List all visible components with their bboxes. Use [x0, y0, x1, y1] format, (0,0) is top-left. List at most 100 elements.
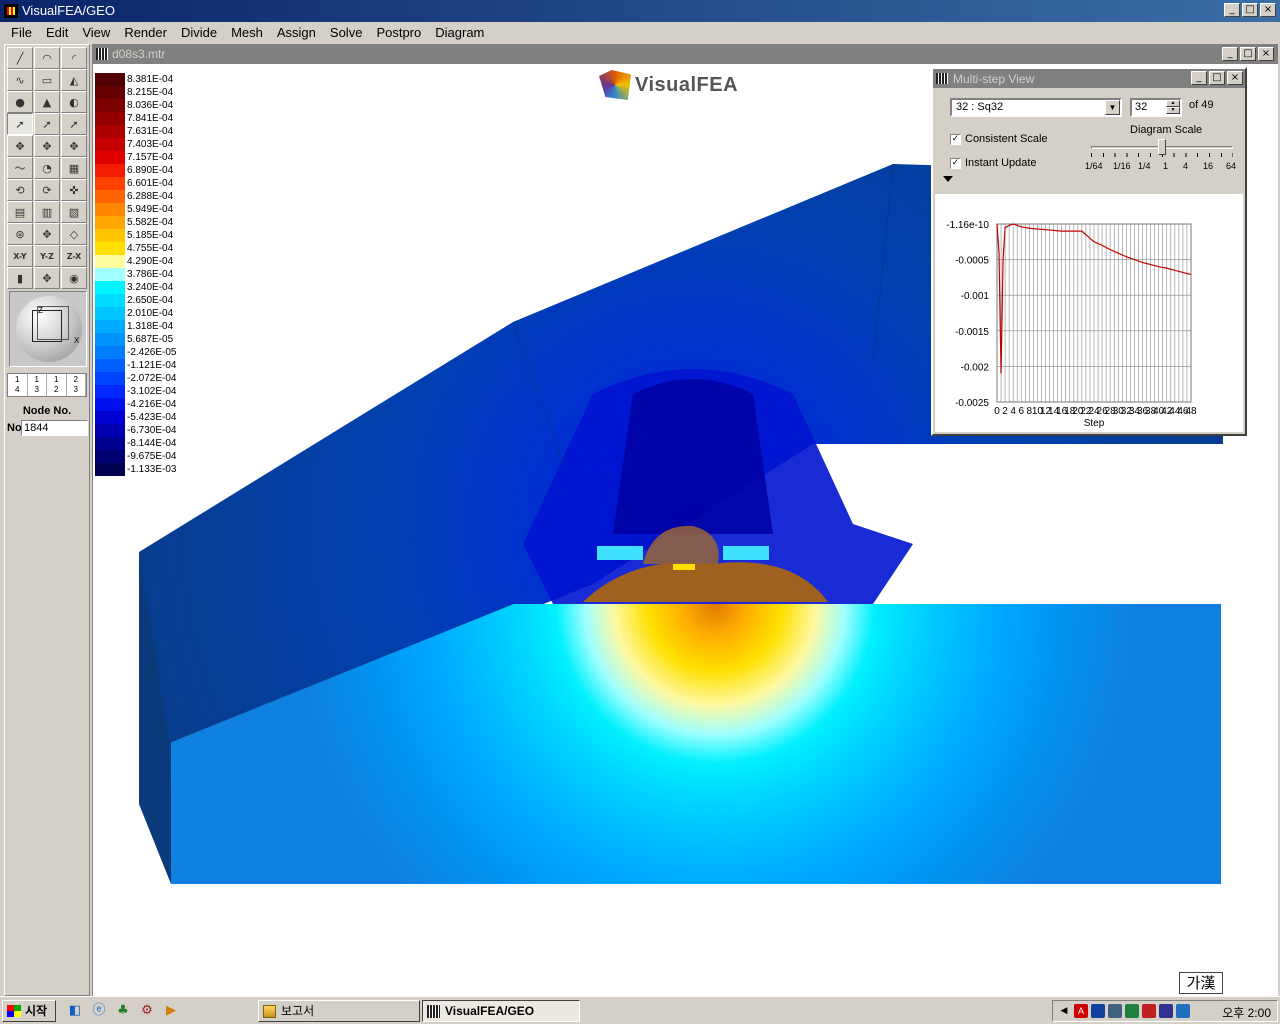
- consistent-scale-checkbox[interactable]: ✓ Consistent Scale: [950, 133, 1048, 145]
- tray-app-icon[interactable]: [1142, 1004, 1156, 1018]
- view-yz-button[interactable]: Y-Z: [34, 245, 60, 267]
- select-pointer-icon[interactable]: ➚: [7, 113, 33, 135]
- media-icon[interactable]: ▶: [162, 1002, 180, 1020]
- rotate-x-icon[interactable]: ⟲: [7, 179, 33, 201]
- collapse-arrow-icon[interactable]: [943, 176, 953, 182]
- doc-restore-button[interactable]: □: [1240, 47, 1256, 61]
- spin-up-icon[interactable]: ▲: [1166, 100, 1180, 107]
- sweep-tool-icon[interactable]: ◔: [34, 157, 60, 179]
- menu-mesh[interactable]: Mesh: [224, 25, 270, 40]
- arc-tool-icon[interactable]: ◠: [34, 47, 60, 69]
- surface-tool-icon[interactable]: ◭: [61, 69, 87, 91]
- close-button[interactable]: ×: [1260, 3, 1276, 17]
- cross-move-icon[interactable]: ✥: [34, 267, 60, 289]
- select-face-icon[interactable]: ➚: [61, 113, 87, 135]
- window-tool-icon[interactable]: ▦: [61, 157, 87, 179]
- layer-tab[interactable]: 12: [47, 374, 67, 396]
- tree-icon[interactable]: ♣: [114, 1002, 132, 1020]
- legend-swatch: [95, 463, 125, 476]
- step-select[interactable]: 32 : Sq32 ▼: [950, 98, 1122, 117]
- rectangle-tool-icon[interactable]: ▭: [34, 69, 60, 91]
- tray-app-icon[interactable]: [1125, 1004, 1139, 1018]
- shell-tool-icon[interactable]: ◐: [61, 91, 87, 113]
- menu-solve[interactable]: Solve: [323, 25, 370, 40]
- menu-view[interactable]: View: [75, 25, 117, 40]
- view-xy-button[interactable]: X-Y: [7, 245, 33, 267]
- legend-row: -2.072E-04: [95, 372, 195, 385]
- dlg-maximize-button[interactable]: □: [1209, 71, 1225, 85]
- doc-minimize-button[interactable]: _: [1222, 47, 1238, 61]
- circle-tool-icon[interactable]: ●: [7, 91, 33, 113]
- legend-row: 5.582E-04: [95, 216, 195, 229]
- pan-icon[interactable]: ✜: [61, 179, 87, 201]
- node-number-input[interactable]: 1844: [21, 420, 88, 436]
- trackball-sphere[interactable]: Z X: [16, 296, 82, 362]
- maximize-button[interactable]: □: [1242, 3, 1258, 17]
- volume-icon[interactable]: ◀: [1057, 1004, 1071, 1018]
- menu-bar: File Edit View Render Divide Mesh Assign…: [0, 22, 1280, 42]
- rotate-y-icon[interactable]: ⟳: [34, 179, 60, 201]
- wave-tool-icon[interactable]: 〜: [7, 157, 33, 179]
- chevron-down-icon[interactable]: ▼: [1105, 100, 1120, 115]
- app-icon[interactable]: [4, 4, 18, 18]
- fit-icon[interactable]: ◇: [61, 223, 87, 245]
- line-tool-icon[interactable]: ╱: [7, 47, 33, 69]
- spline-tool-icon[interactable]: ∿: [7, 69, 33, 91]
- dialog-icon[interactable]: [936, 73, 948, 84]
- diagram-scale-slider-thumb[interactable]: [1158, 139, 1166, 155]
- tray-app-icon[interactable]: [1159, 1004, 1173, 1018]
- layer-tab[interactable]: 14: [8, 374, 28, 396]
- explorer-icon[interactable]: ◧: [66, 1002, 84, 1020]
- multistep-title-bar[interactable]: Multi-step View _ □ ×: [933, 69, 1245, 88]
- menu-edit[interactable]: Edit: [39, 25, 75, 40]
- dlg-close-button[interactable]: ×: [1227, 71, 1243, 85]
- legend-row: 6.288E-04: [95, 190, 195, 203]
- layer-tab[interactable]: 13: [28, 374, 47, 396]
- legend-label: 7.841E-04: [127, 113, 174, 124]
- menu-assign[interactable]: Assign: [270, 25, 323, 40]
- orientation-control[interactable]: Z X: [9, 291, 87, 367]
- app-title-bar[interactable]: VisualFEA/GEO _ □ ×: [0, 0, 1280, 22]
- select-volume-icon[interactable]: ✥: [61, 135, 87, 157]
- checkbox-checked-icon[interactable]: ✓: [950, 157, 961, 169]
- document-title-bar[interactable]: d08s3.mtr _ □ ×: [92, 44, 1278, 64]
- start-button[interactable]: 시작: [2, 1000, 56, 1022]
- legend-label: 5.185E-04: [127, 230, 174, 241]
- tray-app-icon[interactable]: [1176, 1004, 1190, 1018]
- menu-divide[interactable]: Divide: [174, 25, 224, 40]
- select-region-icon[interactable]: ✥: [34, 135, 60, 157]
- box-view-icon[interactable]: ▤: [7, 201, 33, 223]
- menu-render[interactable]: Render: [117, 25, 174, 40]
- view-zx-button[interactable]: Z-X: [61, 245, 87, 267]
- select-edge-icon[interactable]: ➚: [34, 113, 60, 135]
- dlg-minimize-button[interactable]: _: [1191, 71, 1207, 85]
- menu-postpro[interactable]: Postpro: [369, 25, 428, 40]
- cone-tool-icon[interactable]: ▲: [34, 91, 60, 113]
- bar-chart-icon[interactable]: ▮: [7, 267, 33, 289]
- taskbar-item-visualfea[interactable]: VisualFEA/GEO: [422, 1000, 580, 1022]
- tray-app-icon[interactable]: [1108, 1004, 1122, 1018]
- menu-file[interactable]: File: [4, 25, 39, 40]
- point-icon[interactable]: ◉: [61, 267, 87, 289]
- tray-app-icon[interactable]: A: [1074, 1004, 1088, 1018]
- zoom-icon[interactable]: ⊛: [7, 223, 33, 245]
- doc-close-button[interactable]: ×: [1258, 47, 1274, 61]
- box-wire-icon[interactable]: ▥: [34, 201, 60, 223]
- taskbar-item-report[interactable]: 보고서: [258, 1000, 420, 1022]
- select-node-icon[interactable]: ✥: [7, 135, 33, 157]
- move-icon[interactable]: ✥: [34, 223, 60, 245]
- layer-tab[interactable]: 23: [67, 374, 86, 396]
- checkbox-checked-icon[interactable]: ✓: [950, 133, 961, 145]
- gear-icon[interactable]: ⚙: [138, 1002, 156, 1020]
- document-icon[interactable]: [96, 48, 108, 60]
- minimize-button[interactable]: _: [1224, 3, 1240, 17]
- tray-app-icon[interactable]: [1091, 1004, 1105, 1018]
- step-spinner[interactable]: 32 ▲ ▼: [1130, 98, 1182, 117]
- ie-icon[interactable]: ⓔ: [90, 1002, 108, 1020]
- box-shade-icon[interactable]: ▧: [61, 201, 87, 223]
- ime-indicator[interactable]: 가漢: [1179, 972, 1223, 994]
- instant-update-checkbox[interactable]: ✓ Instant Update: [950, 157, 1037, 169]
- curve-tool-icon[interactable]: ◜: [61, 47, 87, 69]
- spin-down-icon[interactable]: ▼: [1166, 107, 1180, 114]
- menu-diagram[interactable]: Diagram: [428, 25, 491, 40]
